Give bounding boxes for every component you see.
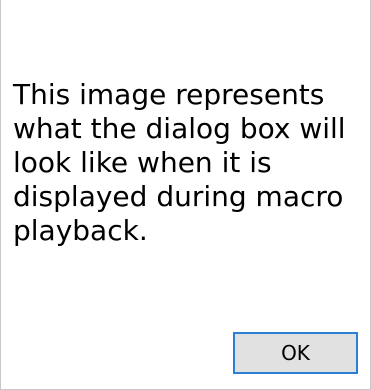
ok-button[interactable]: OK [233,332,358,374]
dialog-message: This image represents what the dialog bo… [13,78,346,247]
dialog-window: This image represents what the dialog bo… [0,0,371,390]
